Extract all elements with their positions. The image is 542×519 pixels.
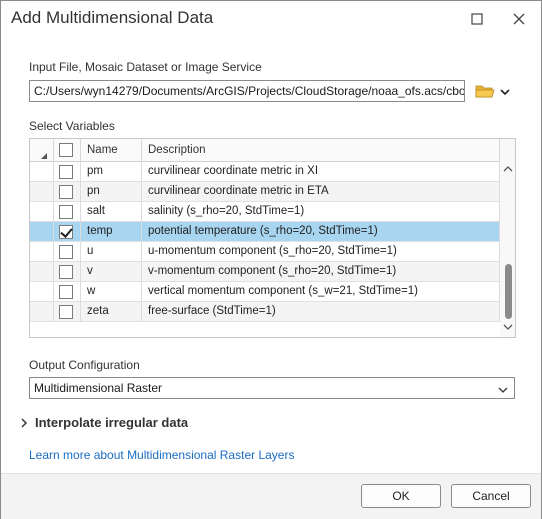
variable-description: v-momentum component (s_rho=20, StdTime=… [142,262,500,282]
interpolate-label: Interpolate irregular data [35,415,189,430]
table-row[interactable]: zeta free-surface (StdTime=1) [30,302,500,322]
ok-button[interactable]: OK [361,484,441,508]
table-row[interactable]: u u-momentum component (s_rho=20, StdTim… [30,242,500,262]
output-configuration-value: Multidimensional Raster [34,381,163,395]
select-variables-label: Select Variables [29,119,115,133]
chevron-down-icon [503,324,513,330]
row-checkbox[interactable] [59,305,73,319]
scrollbar-thumb[interactable] [505,264,512,319]
variable-name: w [81,282,142,302]
table-row[interactable]: salt salinity (s_rho=20, StdTime=1) [30,202,500,222]
sort-indicator-icon [41,153,47,159]
variable-name: salt [81,202,142,222]
row-checkbox[interactable] [59,285,73,299]
chevron-down-icon [498,387,508,393]
maximize-icon [471,13,483,25]
variable-description: curvilinear coordinate metric in ETA [142,182,500,202]
dialog-footer: OK Cancel [1,473,541,519]
table-row[interactable]: w vertical momentum component (s_w=21, S… [30,282,500,302]
input-path-field[interactable]: C:/Users/wyn14279/Documents/ArcGIS/Proje… [29,80,465,102]
variable-name: v [81,262,142,282]
variable-description: curvilinear coordinate metric in XI [142,162,500,182]
browse-dropdown-button[interactable] [498,85,512,99]
variable-description: u-momentum component (s_rho=20, StdTime=… [142,242,500,262]
add-multidimensional-data-dialog: Add Multidimensional Data Input File, Mo… [0,0,542,519]
learn-more-link[interactable]: Learn more about Multidimensional Raster… [29,448,294,462]
close-button[interactable] [501,1,537,37]
scroll-up-button[interactable] [503,165,513,173]
interpolate-expander[interactable]: Interpolate irregular data [21,415,188,430]
chevron-up-icon [503,166,513,172]
chevron-down-icon [500,89,510,96]
scroll-down-button[interactable] [503,323,513,331]
input-label: Input File, Mosaic Dataset or Image Serv… [29,60,262,74]
output-configuration-select[interactable]: Multidimensional Raster [29,377,515,399]
variable-description: vertical momentum component (s_w=21, Std… [142,282,500,302]
table-row-selected[interactable]: temp potential temperature (s_rho=20, St… [30,222,500,242]
select-all-checkbox[interactable] [59,143,73,157]
output-configuration-label: Output Configuration [29,358,140,372]
folder-icon [475,85,495,98]
maximize-button[interactable] [459,1,495,37]
browse-folder-button[interactable] [475,83,495,101]
select-all-header [54,139,81,162]
variable-description: potential temperature (s_rho=20, StdTime… [142,222,500,242]
row-checkbox[interactable] [59,205,73,219]
variable-description: free-surface (StdTime=1) [142,302,500,322]
variables-table: Name Description pm curvilinear coordina… [29,138,516,338]
row-checkbox[interactable] [59,265,73,279]
table-row[interactable]: pn curvilinear coordinate metric in ETA [30,182,500,202]
title-bar: Add Multidimensional Data [1,1,541,37]
table-header: Name Description [30,139,500,162]
row-checkbox[interactable] [59,185,73,199]
vertical-scrollbar[interactable] [500,139,515,337]
table-row[interactable]: pm curvilinear coordinate metric in XI [30,162,500,182]
variable-name: pm [81,162,142,182]
row-checkbox[interactable] [59,245,73,259]
sort-column-header[interactable] [30,139,54,162]
variable-name: zeta [81,302,142,322]
variable-name: temp [81,222,142,242]
row-checkbox[interactable] [59,165,73,179]
close-icon [513,13,525,25]
select-arrow [498,383,508,397]
column-header-description[interactable]: Description [142,139,500,162]
row-checkbox-checked[interactable] [59,225,73,239]
cancel-button[interactable]: Cancel [451,484,531,508]
dialog-title: Add Multidimensional Data [11,8,214,27]
variable-description: salinity (s_rho=20, StdTime=1) [142,202,500,222]
table-row[interactable]: v v-momentum component (s_rho=20, StdTim… [30,262,500,282]
variable-name: u [81,242,142,262]
column-header-name[interactable]: Name [81,139,142,162]
variable-name: pn [81,182,142,202]
chevron-right-icon [21,417,27,428]
